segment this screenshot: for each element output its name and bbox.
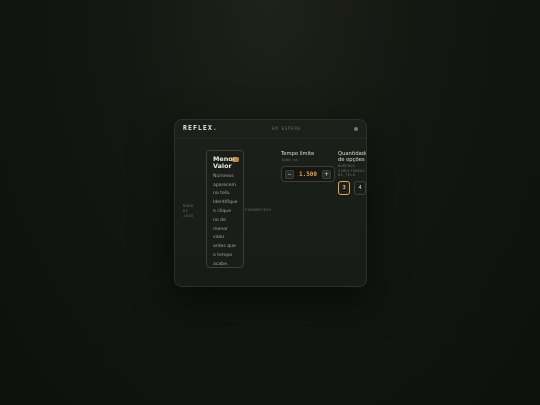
title-bar: REFLEX. EM ESPERA [175, 120, 366, 139]
brand-name: REFLEX [183, 124, 213, 132]
time-limit-stepper: − 1.500 + [281, 166, 335, 182]
params-section-label: PARÂMETROS [245, 208, 272, 212]
mode-description: Números aparecem na tela. Identifique e … [213, 173, 238, 267]
quantity-title: Quantidade de opções [338, 151, 367, 163]
status-text: EM ESPERA [272, 126, 301, 131]
selected-badge-icon [232, 157, 239, 162]
quantity-hint: números simultâneos na tela [338, 164, 366, 178]
decrease-time-button[interactable]: − [285, 170, 294, 179]
mode-section-label: MODO DE JOGO [183, 204, 194, 218]
game-setup-window: REFLEX. EM ESPERA MODO DE JOGO Menor Val… [174, 119, 367, 287]
increase-time-button[interactable]: + [322, 170, 331, 179]
time-limit-title: Tempo limite [281, 151, 315, 157]
brand-logo: REFLEX. [183, 124, 218, 132]
time-limit-hint: 1000 ms [281, 158, 299, 162]
quantity-option-3[interactable]: 3 [338, 181, 350, 195]
quantity-option-4[interactable]: 4 [354, 181, 366, 195]
time-limit-value: 1.500 [298, 171, 318, 178]
brand-dot: . [212, 124, 218, 132]
mode-card-menor-valor[interactable]: Menor Valor Números aparecem na tela. Id… [206, 150, 244, 268]
status-indicator-icon [354, 127, 358, 131]
